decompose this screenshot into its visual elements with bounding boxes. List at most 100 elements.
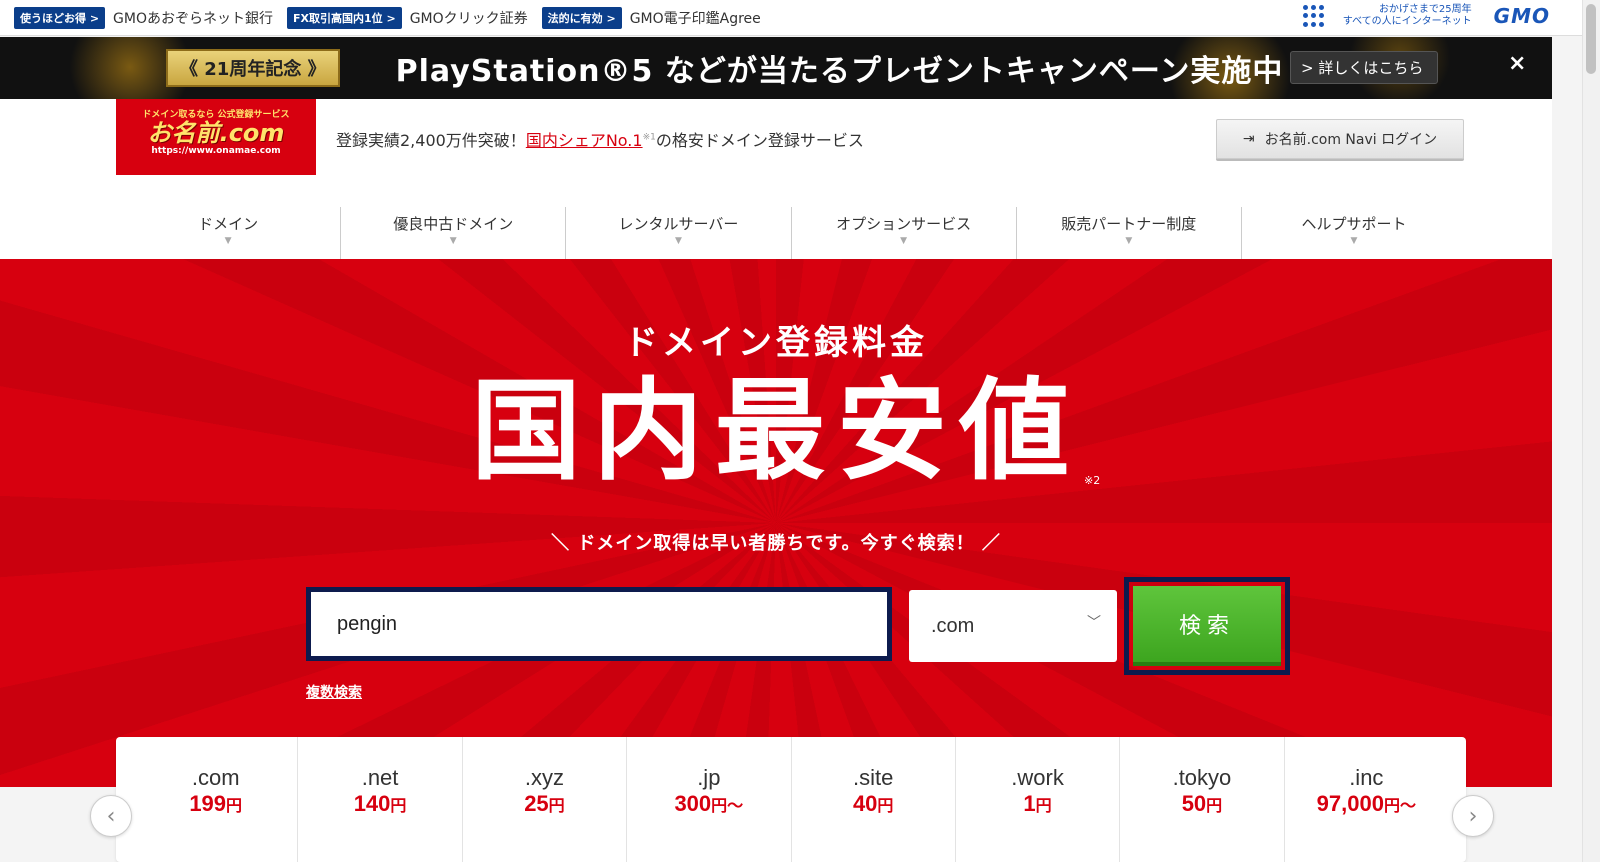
- gmo-link-badge: 法的に有効 >: [541, 6, 622, 29]
- price-tld: .com: [191, 765, 240, 790]
- carousel-prev-button[interactable]: ‹: [90, 795, 132, 837]
- nav-item-used-domain[interactable]: 優良中古ドメイン ▼: [341, 207, 567, 259]
- price-unit: 円: [390, 798, 407, 815]
- gmo-link-badge: 使うほどお得 >: [14, 6, 106, 29]
- gmo-link-click[interactable]: FX取引高国内1位 > GMOクリック証券: [287, 6, 528, 29]
- price-number: 1: [1023, 791, 1036, 816]
- nav-item-help[interactable]: ヘルプサポート ▼: [1242, 207, 1466, 259]
- navi-login-button[interactable]: ⇥ お名前.com Navi ログイン: [1216, 119, 1464, 159]
- price-unit: 円: [1035, 798, 1052, 815]
- gmo-group-bar: 使うほどお得 > GMOあおぞらネット銀行 FX取引高国内1位 > GMOクリッ…: [0, 0, 1582, 36]
- campaign-banner[interactable]: 《 21周年記念 》 PlayStation®5 などが当たるプレゼントキャンペ…: [0, 37, 1552, 99]
- price-item-inc[interactable]: .inc 97,000円〜: [1285, 737, 1448, 862]
- chevron-down-icon: ▼: [900, 236, 908, 246]
- price-number: 300: [674, 791, 712, 816]
- price-item-work[interactable]: .work 1円: [956, 737, 1121, 862]
- nav-item-domain[interactable]: ドメイン ▼: [116, 207, 342, 259]
- price-unit: 円: [226, 798, 243, 815]
- price-value: 1円: [956, 791, 1119, 817]
- header-tagline: 登録実績2,400万件突破！国内シェアNo.1※1の格安ドメイン登録サービス: [336, 127, 864, 151]
- thanks-line2: すべての人にインターネット: [1342, 16, 1472, 27]
- price-number: 40: [852, 791, 878, 816]
- price-tld: .tokyo: [1172, 765, 1232, 790]
- hero-lead: ＼ ドメイン取得は早い者勝ちです。今すぐ検索！ ／: [551, 533, 1001, 554]
- chevron-right-icon: ›: [1468, 803, 1478, 829]
- price-item-net[interactable]: .net 140円: [298, 737, 463, 862]
- tagline-note: ※1: [642, 132, 656, 143]
- chevron-down-icon: ▼: [674, 236, 682, 246]
- gmo-thanks-text: おかげさまで25周年 すべての人にインターネット: [1343, 4, 1472, 28]
- nav-label: オプションサービス: [836, 215, 972, 233]
- price-item-jp[interactable]: .jp 300円〜: [627, 737, 792, 862]
- anniversary-badge: 《 21周年記念 》: [166, 49, 340, 87]
- price-unit: 円: [877, 798, 894, 815]
- page-scrollbar[interactable]: [1582, 0, 1600, 862]
- nav-item-rental-server[interactable]: レンタルサーバー ▼: [566, 207, 792, 259]
- carousel-next-button[interactable]: ›: [1452, 795, 1494, 837]
- close-icon[interactable]: ×: [1508, 51, 1526, 76]
- multi-search-link[interactable]: 複数検索: [306, 682, 362, 702]
- price-unit: 円〜: [1383, 798, 1416, 815]
- gmo-link-aozora[interactable]: 使うほどお得 > GMOあおぞらネット銀行: [14, 6, 273, 29]
- price-number: 25: [524, 791, 549, 816]
- nav-item-partner[interactable]: 販売パートナー制度 ▼: [1017, 207, 1242, 259]
- price-tld: .inc: [1349, 765, 1384, 790]
- thanks-line1: おかげさまで25周年: [1378, 4, 1472, 15]
- site-header: ドメイン取るなら 公式登録サービス お名前.com https://www.on…: [0, 99, 1552, 259]
- tld-select[interactable]: .com ﹀: [909, 590, 1117, 662]
- tld-selected-value: .com: [931, 614, 975, 637]
- price-value: 140円: [298, 791, 461, 817]
- nav-label: 販売パートナー制度: [1061, 215, 1197, 233]
- price-value: 199円: [134, 791, 297, 817]
- gmo-link-label: GMOクリック証券: [409, 10, 528, 27]
- hero-title: 国内最安値: [471, 367, 1081, 495]
- campaign-detail-button[interactable]: > 詳しくはこちら: [1290, 51, 1439, 84]
- price-unit: 円: [548, 798, 565, 815]
- grid-menu-icon[interactable]: [1302, 5, 1325, 27]
- login-label: お名前.com Navi ログイン: [1264, 132, 1438, 148]
- domain-search-input[interactable]: [306, 587, 892, 661]
- price-unit: 円〜: [711, 798, 744, 815]
- price-tld: .site: [853, 765, 894, 790]
- nav-item-option-service[interactable]: オプションサービス ▼: [792, 207, 1017, 259]
- scrollbar-thumb[interactable]: [1586, 4, 1596, 74]
- chevron-down-icon: ▼: [449, 236, 457, 246]
- chevron-down-icon: ﹀: [1087, 614, 1101, 630]
- price-tld: .net: [361, 765, 399, 790]
- price-value: 300円〜: [627, 791, 790, 817]
- price-number: 50: [1181, 791, 1207, 816]
- gmo-logo[interactable]: GMO: [1494, 4, 1550, 28]
- hero-subtitle: ドメイン登録料金: [624, 323, 928, 363]
- nav-label: レンタルサーバー: [618, 215, 739, 233]
- price-strip: .com 199円 .net 140円 .xyz 25円 .jp 300円〜 .site…: [116, 737, 1466, 862]
- nav-label: ドメイン: [198, 215, 259, 233]
- hero-section: ドメイン登録料金 国内最安値 ※2 ＼ ドメイン取得は早い者勝ちです。今すぐ検索…: [0, 259, 1552, 787]
- chevron-left-icon: ‹: [106, 803, 116, 829]
- share-link[interactable]: 国内シェアNo.1: [526, 131, 643, 150]
- campaign-title: PlayStation®5 などが当たるプレゼントキャンペーン実施中: [395, 54, 1284, 89]
- tagline-post: の格安ドメイン登録サービス: [655, 131, 864, 150]
- price-item-xyz[interactable]: .xyz 25円: [463, 737, 628, 862]
- price-item-site[interactable]: .site 40円: [792, 737, 956, 862]
- price-unit: 円: [1206, 798, 1223, 815]
- price-value: 25円: [463, 791, 626, 817]
- main-nav: ドメイン ▼ 優良中古ドメイン ▼ レンタルサーバー ▼ オプションサービス ▼ 販売パ…: [116, 207, 1466, 259]
- logo-main-text: お名前.com: [147, 119, 285, 147]
- nav-label: ヘルプサポート: [1301, 215, 1407, 233]
- price-number: 199: [189, 791, 227, 816]
- chevron-down-icon: ▼: [1350, 236, 1358, 246]
- gmo-link-agree[interactable]: 法的に有効 > GMO電子印鑑Agree: [541, 6, 761, 29]
- chevron-down-icon: ▼: [224, 236, 232, 246]
- logo-top-text: ドメイン取るなら 公式登録サービス: [142, 110, 290, 120]
- gmo-link-label: GMOあおぞらネット銀行: [113, 10, 273, 27]
- price-tld: .work: [1011, 765, 1064, 790]
- onamae-logo[interactable]: ドメイン取るなら 公式登録サービス お名前.com https://www.on…: [116, 99, 316, 175]
- gmo-link-label: GMO電子印鑑Agree: [629, 10, 761, 27]
- price-value: 40円: [792, 791, 955, 817]
- price-item-tokyo[interactable]: .tokyo 50円: [1120, 737, 1285, 862]
- search-button[interactable]: 検索: [1133, 586, 1281, 666]
- search-button-focus-ring: 検索: [1124, 577, 1290, 675]
- gmo-link-badge: FX取引高国内1位 >: [287, 6, 402, 29]
- price-item-com[interactable]: .com 199円: [134, 737, 299, 862]
- price-tld: .jp: [697, 765, 721, 790]
